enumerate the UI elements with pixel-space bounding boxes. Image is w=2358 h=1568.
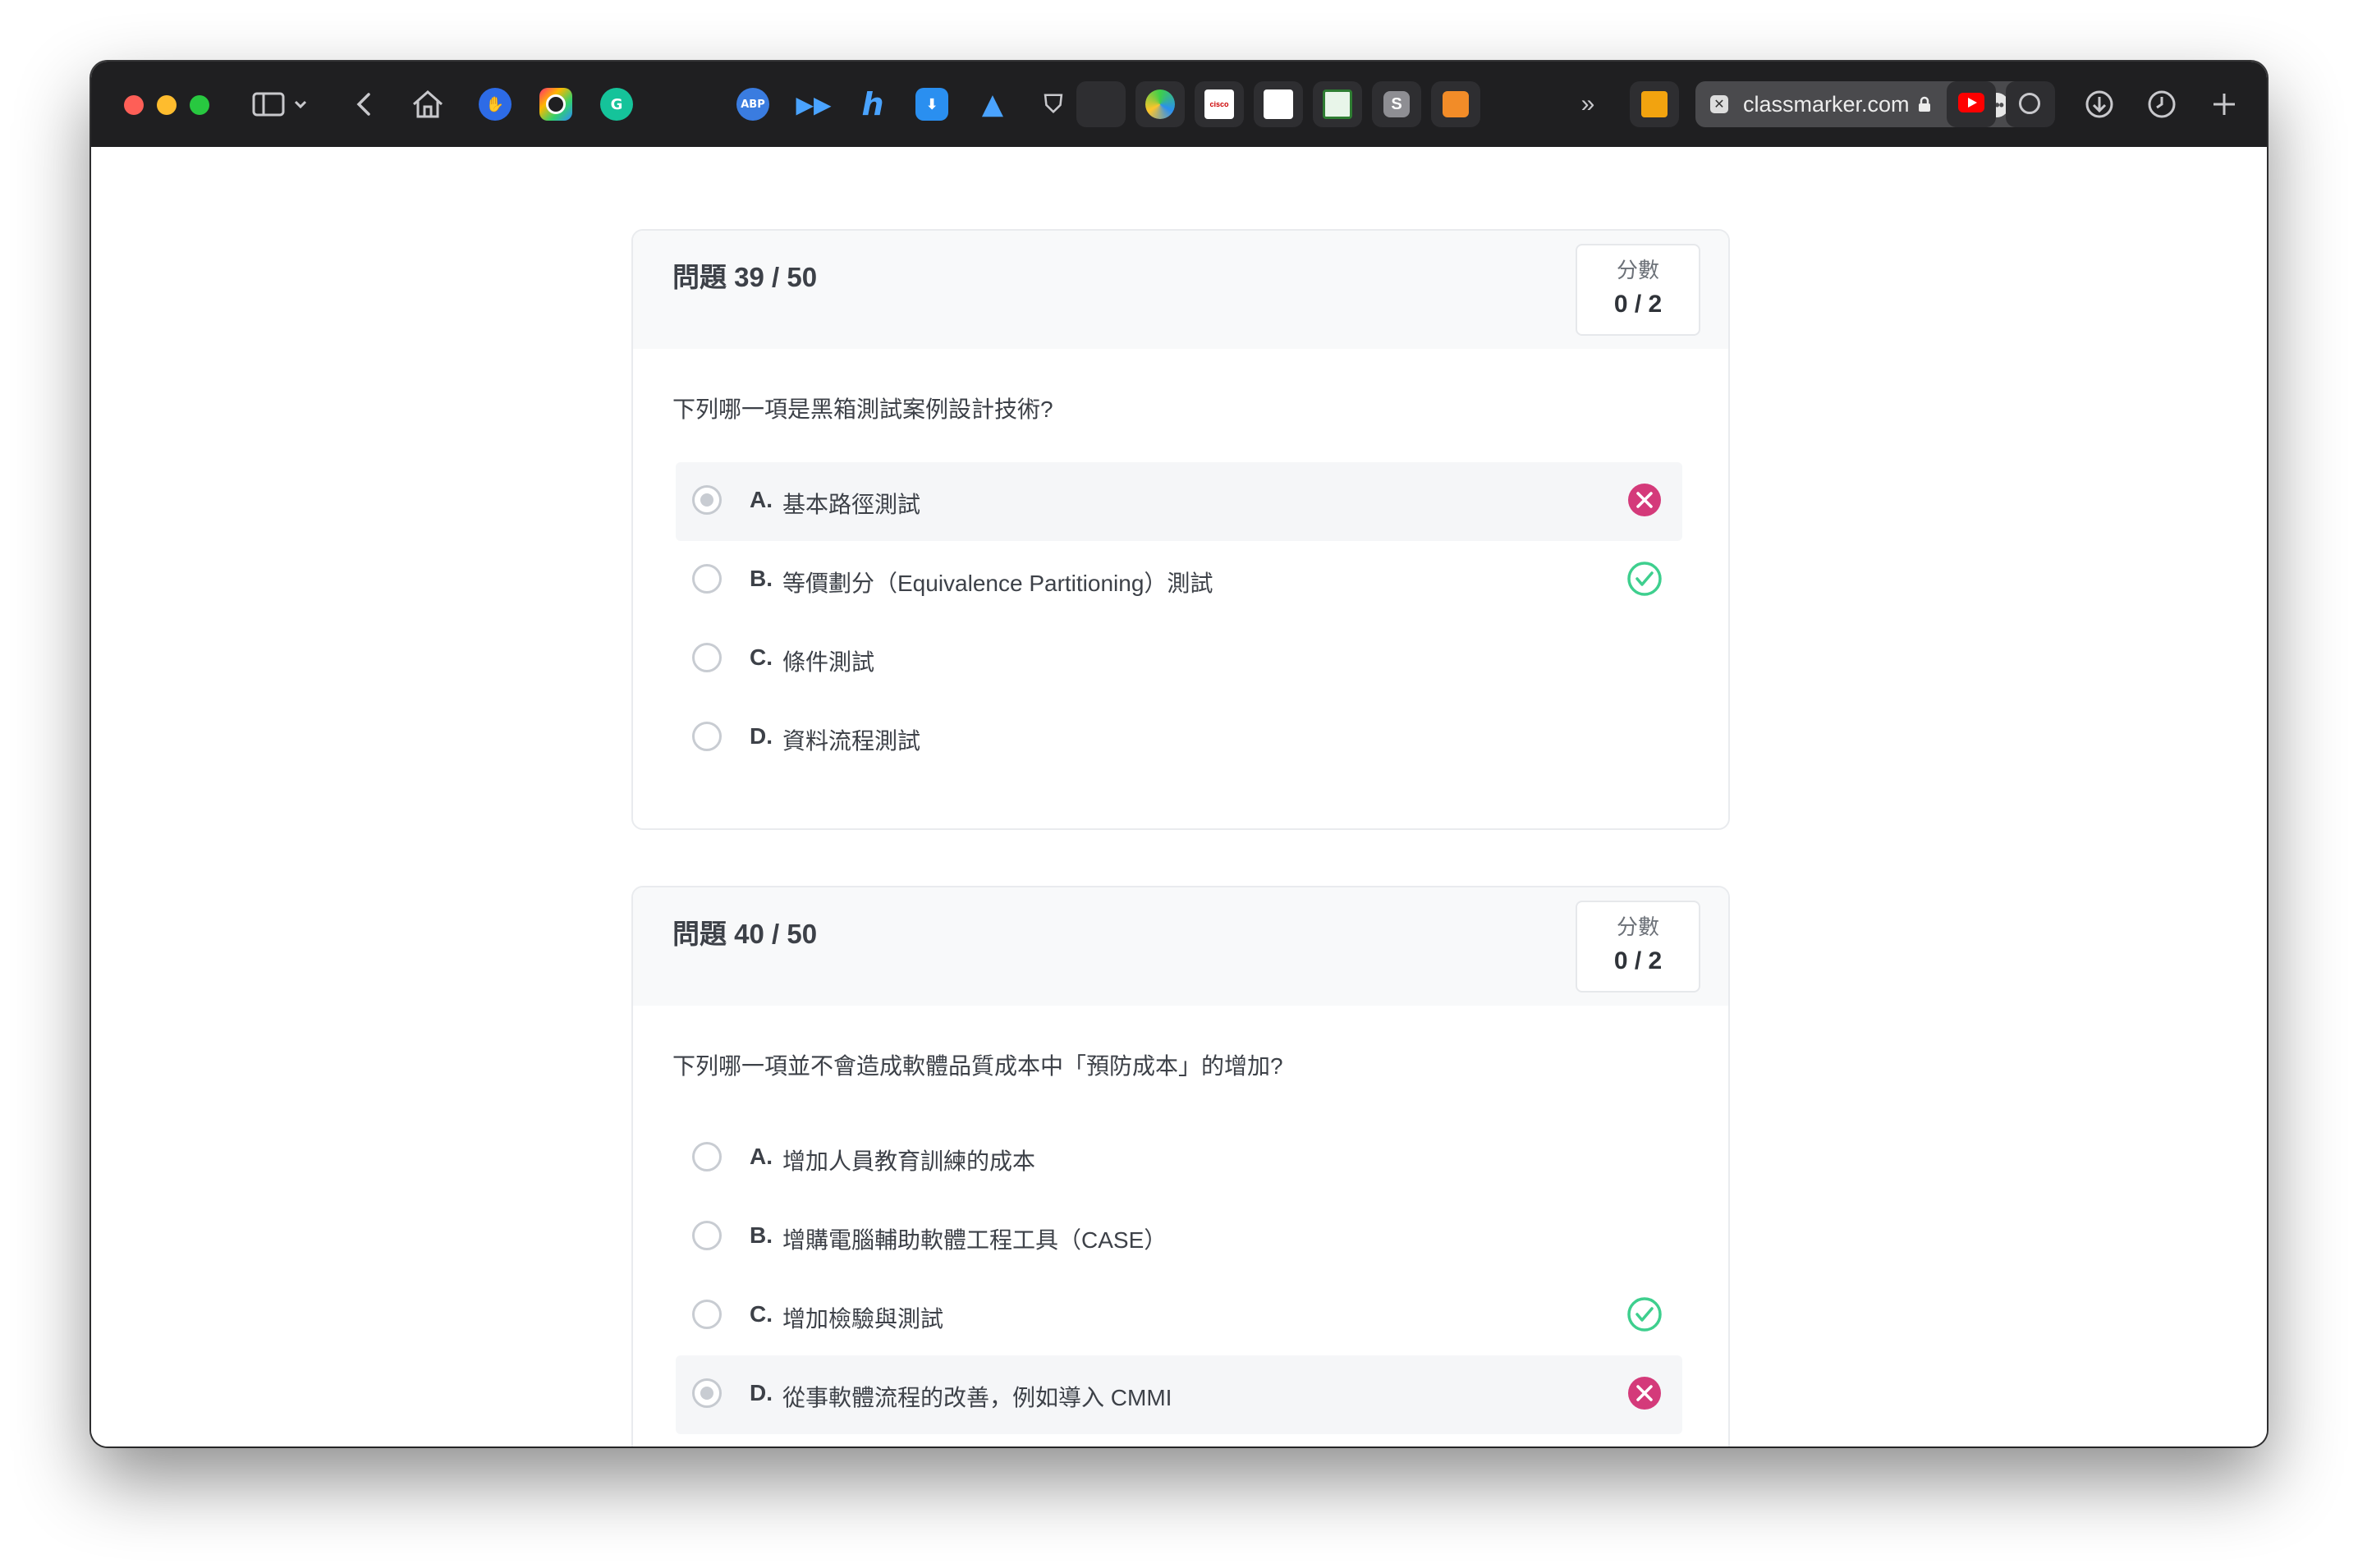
play-forward-icon[interactable]: ▶▶ xyxy=(796,88,831,121)
downloads-icon[interactable] xyxy=(2078,83,2121,126)
bookmark-extension-tile[interactable] xyxy=(1254,81,1303,127)
option-letter: D. xyxy=(750,723,773,749)
question-text: 下列哪一項是黑箱測試案例設計技術? xyxy=(672,397,1053,422)
home-icon[interactable] xyxy=(406,83,449,126)
question-card: 問題 39 / 50 分數 0 / 2 下列哪一項是黑箱測試案例設計技術? A.… xyxy=(631,229,1730,830)
answer-option-b[interactable]: B. 等價劃分（Equivalence Partitioning）測試 xyxy=(676,541,1682,620)
cisco-extension-tile[interactable]: cisco xyxy=(1195,81,1244,127)
option-letter: C. xyxy=(750,1301,773,1327)
page-content: 問題 39 / 50 分數 0 / 2 下列哪一項是黑箱測試案例設計技術? A.… xyxy=(91,147,2267,1447)
compass-tab-tile[interactable] xyxy=(2006,81,2055,127)
s-extension-tile[interactable]: S xyxy=(1372,81,1421,127)
adblock-plus-icon[interactable]: ABP xyxy=(736,88,769,121)
zoom-window-button[interactable] xyxy=(190,95,209,115)
radio-button[interactable] xyxy=(692,1300,722,1329)
option-letter: A. xyxy=(750,487,773,512)
youtube-tab-tile[interactable] xyxy=(1947,81,1996,127)
green-extension-tile[interactable] xyxy=(1313,81,1362,127)
option-text: 增購電腦輔助軟體工程工具（CASE） xyxy=(782,1227,1168,1253)
sidebar-icon[interactable] xyxy=(247,83,290,126)
edge-extension-tile[interactable] xyxy=(1135,81,1185,127)
option-letter: C. xyxy=(750,644,773,670)
close-window-button[interactable] xyxy=(124,95,144,115)
score-value: 0 / 2 xyxy=(1613,947,1663,974)
option-letter: B. xyxy=(750,566,773,591)
new-tab-icon[interactable] xyxy=(2203,83,2246,126)
honey-extension-icon[interactable]: h xyxy=(856,86,889,122)
answer-option-b[interactable]: B. 增購電腦輔助軟體工程工具（CASE） xyxy=(676,1198,1682,1277)
back-icon[interactable] xyxy=(342,83,385,126)
browser-toolbar: ✋ G ABP ▶▶ h ⬇ ▲ ⛉ cisco S » ✕ classmark… xyxy=(91,62,2267,149)
score-label: 分數 xyxy=(1616,915,1659,939)
question-number: 問題 39 / 50 xyxy=(672,262,818,292)
box-extension-tile[interactable] xyxy=(1431,81,1480,127)
grammarly-icon[interactable]: G xyxy=(600,88,633,121)
browser-window: ✋ G ABP ▶▶ h ⬇ ▲ ⛉ cisco S » ✕ classmark… xyxy=(91,62,2267,1447)
url-text: classmarker.com xyxy=(1743,91,1910,117)
score-value: 0 / 2 xyxy=(1613,291,1663,318)
incorrect-icon xyxy=(1628,1377,1661,1410)
option-letter: A. xyxy=(750,1144,773,1169)
option-text: 基本路徑測試 xyxy=(782,492,921,517)
site-favicon-icon: ✕ xyxy=(1710,95,1728,113)
radio-button[interactable] xyxy=(692,1221,722,1250)
option-letter: B. xyxy=(750,1222,773,1248)
radio-button[interactable] xyxy=(692,1142,722,1171)
option-text: 資料流程測試 xyxy=(782,728,921,754)
option-text: 增加檢驗與測試 xyxy=(782,1306,944,1332)
question-card: 問題 40 / 50 分數 0 / 2 下列哪一項並不會造成軟體品質成本中「預防… xyxy=(631,886,1730,1447)
answer-option-d[interactable]: D. 從事軟體流程的改善，例如導入 CMMI xyxy=(676,1355,1682,1434)
empty-extension-slot[interactable] xyxy=(1076,81,1126,127)
score-box: 分數 0 / 2 xyxy=(1576,244,1700,336)
question-header: 問題 39 / 50 分數 0 / 2 xyxy=(633,231,1728,349)
radio-button[interactable] xyxy=(692,722,722,751)
score-box: 分數 0 / 2 xyxy=(1576,901,1700,993)
answer-option-d[interactable]: D. 資料流程測試 xyxy=(676,699,1682,777)
answer-option-a[interactable]: A. 基本路徑測試 xyxy=(676,462,1682,541)
triangle-extension-icon[interactable]: ▲ xyxy=(976,88,1009,121)
radio-button[interactable] xyxy=(692,1378,722,1408)
answer-option-c[interactable]: C. 增加檢驗與測試 xyxy=(676,1277,1682,1355)
history-icon[interactable] xyxy=(2140,83,2183,126)
save-to-pocket-icon[interactable]: ⬇ xyxy=(915,88,948,121)
correct-icon xyxy=(1627,1297,1662,1332)
question-number: 問題 40 / 50 xyxy=(672,919,818,949)
answer-option-a[interactable]: A. 增加人員教育訓練的成本 xyxy=(676,1119,1682,1198)
option-text: 等價劃分（Equivalence Partitioning）測試 xyxy=(782,571,1213,596)
minimize-window-button[interactable] xyxy=(157,95,177,115)
incorrect-icon xyxy=(1628,484,1661,516)
answer-option-c[interactable]: C. 條件測試 xyxy=(676,620,1682,699)
question-text: 下列哪一項並不會造成軟體品質成本中「預防成本」的增加? xyxy=(672,1053,1283,1079)
more-extensions-icon[interactable]: » xyxy=(1576,83,1600,126)
option-text: 從事軟體流程的改善，例如導入 CMMI xyxy=(782,1385,1172,1410)
score-label: 分數 xyxy=(1616,258,1659,282)
shield-icon[interactable]: ⛉ xyxy=(1037,88,1070,121)
option-text: 增加人員教育訓練的成本 xyxy=(782,1148,1036,1174)
option-text: 條件測試 xyxy=(782,649,875,675)
radio-button[interactable] xyxy=(692,485,722,515)
orange-grid-extension-tile[interactable] xyxy=(1630,81,1679,127)
radio-button[interactable] xyxy=(692,643,722,672)
correct-icon xyxy=(1627,562,1662,596)
chevron-down-icon[interactable] xyxy=(288,83,313,126)
camera-extension-icon[interactable] xyxy=(539,88,572,121)
question-header: 問題 40 / 50 分數 0 / 2 xyxy=(633,887,1728,1006)
lock-icon xyxy=(1918,96,1930,112)
hand-block-extension-icon[interactable]: ✋ xyxy=(479,88,512,121)
option-letter: D. xyxy=(750,1380,773,1405)
radio-button[interactable] xyxy=(692,564,722,594)
